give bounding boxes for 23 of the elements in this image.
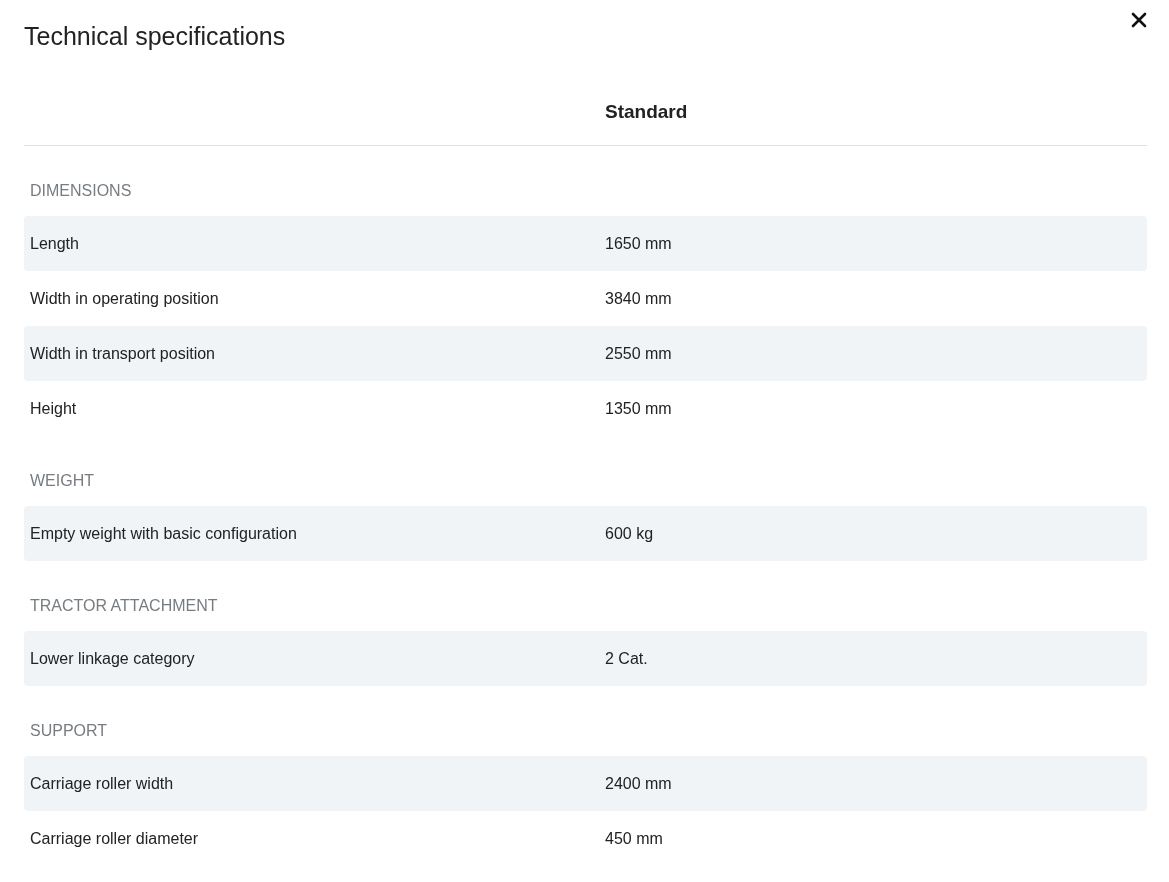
spec-label: Length <box>29 234 80 253</box>
spec-label: Height <box>29 399 78 418</box>
spec-label: Empty weight with basic configuration <box>29 524 298 543</box>
spec-value: 450 mm <box>605 829 663 848</box>
section-title: DIMENSIONS <box>30 182 132 200</box>
section-title: WEIGHT <box>30 472 94 490</box>
spec-value: 2550 mm <box>605 344 672 363</box>
spec-label: Carriage roller width <box>29 774 175 793</box>
spec-value: 2400 mm <box>605 774 672 793</box>
section-title: TRACTOR ATTACHMENT <box>30 597 218 615</box>
spec-value: 3840 mm <box>605 289 672 308</box>
spec-label: Carriage roller diameter <box>29 829 200 848</box>
spec-label: Width in operating position <box>29 289 220 308</box>
spec-label: Width in transport position <box>29 344 216 363</box>
column-header: Standard <box>605 100 688 123</box>
spec-value: 600 kg <box>605 524 654 543</box>
close-icon[interactable] <box>1131 12 1147 28</box>
section-title: SUPPORT <box>30 722 108 740</box>
spec-value: 1650 mm <box>605 234 672 253</box>
dialog-title: Technical specifications <box>24 22 286 51</box>
spec-value: 2 Cat. <box>605 649 648 668</box>
spec-label: Lower linkage category <box>29 649 196 668</box>
spec-value: 1350 mm <box>605 399 672 418</box>
